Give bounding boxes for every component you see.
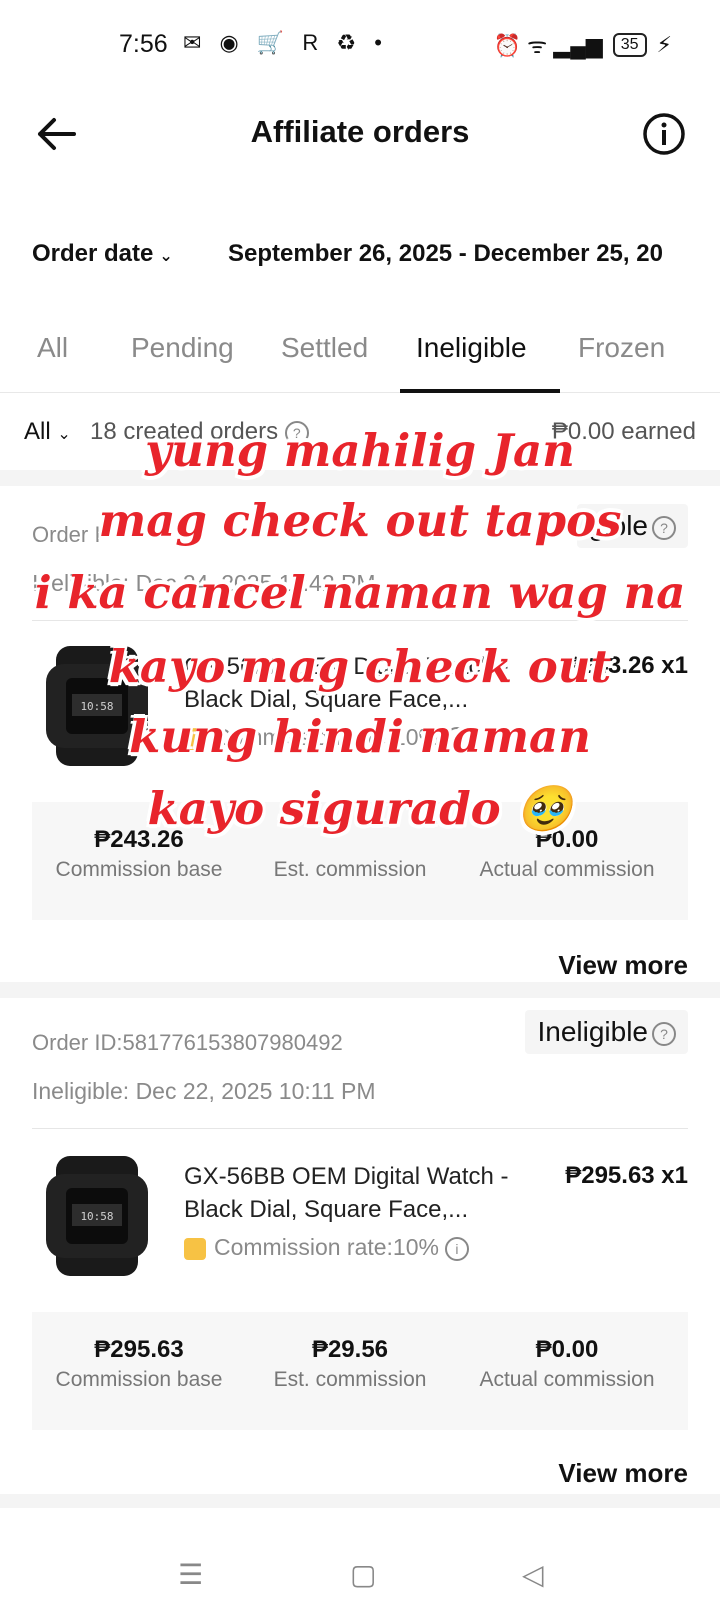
caption-line: yung mahilig Jan <box>145 424 575 477</box>
status-tabs: All Pending Settled Ineligible Frozen <box>0 326 720 393</box>
actual-commission-label: Actual commission <box>479 858 655 881</box>
chevron-down-icon: ⌄ <box>159 248 173 265</box>
commission-rate-text: Commission rate:10% <box>214 1234 439 1260</box>
info-icon[interactable] <box>642 112 686 156</box>
info-icon[interactable]: i <box>444 1236 469 1261</box>
caption-line: i ka cancel naman wag na <box>34 566 686 619</box>
section-divider <box>0 982 720 998</box>
status-badge[interactable]: Ineligible? <box>525 1010 688 1054</box>
product-name[interactable]: GX-56BB OEM Digital Watch - Black Dial, … <box>184 1160 534 1226</box>
system-icons: ⏰ ᯤ ▂▄▆ 35 ⚡ <box>494 30 672 60</box>
est-commission-label: Est. commission <box>273 1368 427 1391</box>
commission-base-value: ₱295.63 <box>94 1336 184 1363</box>
active-tab-indicator <box>400 389 560 393</box>
system-nav-bar: ☰ ▢ ◁ <box>0 1540 720 1612</box>
view-more-button[interactable]: View more <box>558 1458 688 1489</box>
caption-line: kung hindi naman <box>129 710 591 763</box>
order-date-dropdown[interactable]: Order date ⌄ <box>32 240 173 268</box>
home-icon[interactable]: ▢ <box>350 1558 376 1591</box>
caption-line: kayo mag check out <box>108 640 612 693</box>
svg-text:10:58: 10:58 <box>80 1210 113 1223</box>
back-icon[interactable]: ◁ <box>522 1558 544 1591</box>
commission-stats: ₱295.63 Commission base ₱29.56 Est. comm… <box>32 1312 688 1430</box>
page-title: Affiliate orders <box>250 114 470 149</box>
shop-bag-icon <box>184 1237 206 1260</box>
battery-icon: 35 <box>612 33 647 57</box>
charging-icon: ⚡ <box>656 32 672 57</box>
section-divider <box>0 1494 720 1508</box>
est-commission-label: Est. commission <box>273 858 427 881</box>
est-commission-stat: ₱29.56 Est. commission <box>245 1336 455 1392</box>
est-commission-value: ₱29.56 <box>311 1336 389 1363</box>
date-filter-bar: Order date ⌄ September 26, 2025 - Decembe… <box>0 240 720 280</box>
commission-base-label: Commission base <box>55 858 223 881</box>
order-card: Order ID:581776153807980492 Ineligible? … <box>0 998 720 1488</box>
signal-icons: ⏰ ᯤ ▂▄▆ <box>493 33 603 58</box>
tab-pending[interactable]: Pending <box>131 332 234 364</box>
actual-commission-stat: ₱0.00 Actual commission <box>462 1336 672 1392</box>
actual-commission-label: Actual commission <box>479 1368 655 1391</box>
actual-commission-value: ₱0.00 <box>535 1336 599 1363</box>
product-thumbnail-watch[interactable]: 10:58 <box>42 1156 152 1276</box>
commission-rate: Commission rate:10% i <box>184 1234 469 1261</box>
notification-icons: ✉ ◉ 🛒 R ♻ • <box>183 30 388 55</box>
caption-line: mag check out tapos <box>98 494 622 547</box>
ineligible-date: Ineligible: Dec 22, 2025 10:11 PM <box>32 1078 376 1104</box>
commission-base-label: Commission base <box>55 1368 223 1391</box>
help-icon: ? <box>652 1021 676 1046</box>
tab-settled[interactable]: Settled <box>281 332 368 364</box>
product-price: ₱295.63 x1 <box>565 1162 688 1189</box>
menu-icon[interactable]: ☰ <box>178 1558 203 1591</box>
caption-line: kayo sigurado 🥹 <box>147 782 573 835</box>
tab-all[interactable]: All <box>37 332 68 364</box>
status-text: Ineligible <box>537 1016 648 1047</box>
view-more-button[interactable]: View more <box>558 950 688 981</box>
app-header: Affiliate orders <box>0 100 720 170</box>
status-time: 7:56 <box>119 30 168 58</box>
commission-base-stat: ₱295.63 Commission base <box>34 1336 244 1392</box>
tab-frozen[interactable]: Frozen <box>578 332 665 364</box>
status-bar: 7:56 ✉ ◉ 🛒 R ♻ • ⏰ ᯤ ▂▄▆ 35 ⚡ <box>0 0 720 90</box>
divider <box>32 1128 688 1129</box>
divider <box>32 620 688 621</box>
date-range-picker[interactable]: September 26, 2025 - December 25, 20 <box>228 240 663 268</box>
order-id: Order ID:581776153807980492 <box>32 1030 343 1055</box>
tab-ineligible[interactable]: Ineligible <box>416 332 527 364</box>
order-date-label: Order date <box>32 240 154 267</box>
